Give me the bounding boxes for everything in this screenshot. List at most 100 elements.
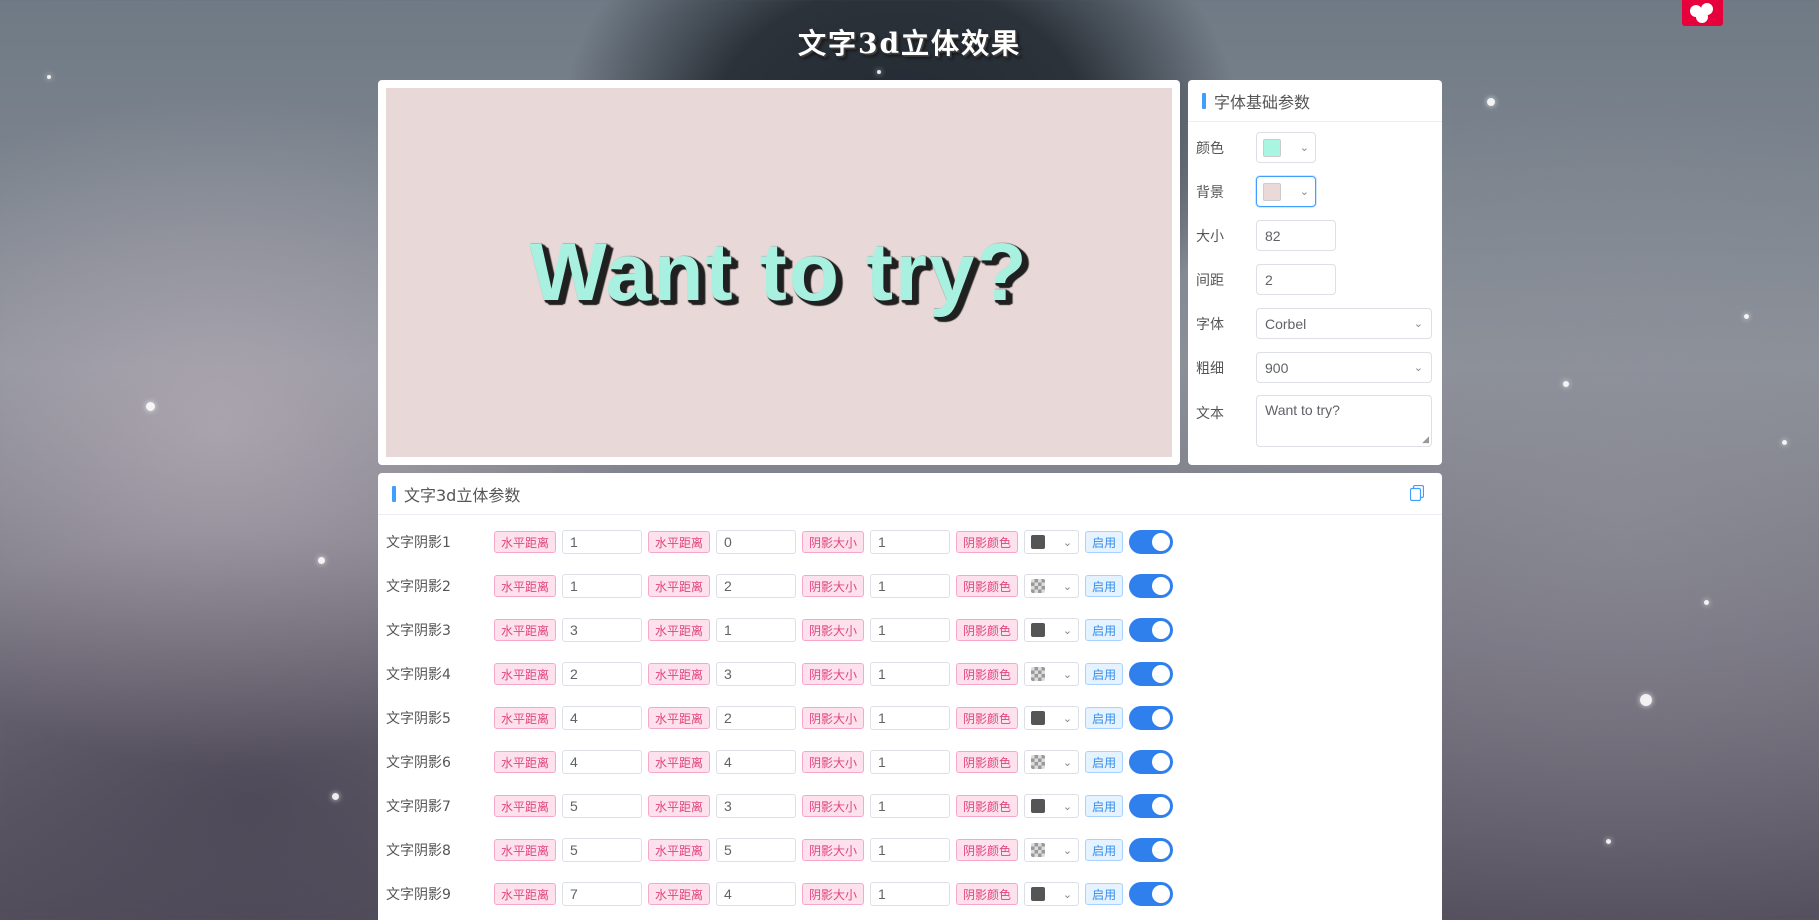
enable-tag: 启用 <box>1085 663 1124 685</box>
background-color-picker[interactable]: ⌄ <box>1256 176 1316 207</box>
shadow-color-picker[interactable]: ⌄ <box>1024 530 1080 554</box>
v-offset-input[interactable]: 2 <box>716 706 797 730</box>
preview-stage: Want to try? <box>386 88 1172 457</box>
v-offset-input[interactable]: 0 <box>716 530 797 554</box>
font-settings-header: 字体基础参数 <box>1188 80 1442 122</box>
shadow-color-picker[interactable]: ⌄ <box>1024 794 1080 818</box>
spacing-input[interactable]: 2 <box>1256 264 1336 295</box>
shadow-color-picker[interactable]: ⌄ <box>1024 662 1080 686</box>
shadow-size-input[interactable]: 1 <box>870 618 951 642</box>
font-select-value: Corbel <box>1265 315 1307 332</box>
enable-toggle[interactable] <box>1129 838 1174 862</box>
shadow-row-label: 文字阴影7 <box>386 799 451 815</box>
shadow-size-input[interactable]: 1 <box>870 750 951 774</box>
toggle-knob <box>1152 841 1171 859</box>
shadow-size-input[interactable]: 1 <box>870 574 951 598</box>
chevron-down-icon: ⌄ <box>1413 362 1423 374</box>
enable-tag: 启用 <box>1085 707 1124 729</box>
h-offset-input[interactable]: 5 <box>562 794 643 818</box>
shadow-size-input[interactable]: 1 <box>870 662 951 686</box>
h-offset-input[interactable]: 7 <box>562 882 643 906</box>
enable-toggle[interactable] <box>1129 750 1174 774</box>
v-offset-input[interactable]: 4 <box>716 882 797 906</box>
enable-toggle[interactable] <box>1129 574 1174 598</box>
font-label: 字体 <box>1196 316 1224 333</box>
enable-tag: 启用 <box>1085 839 1124 861</box>
shadow-size-input[interactable]: 1 <box>870 882 951 906</box>
shadow-size-input[interactable]: 1 <box>870 530 951 554</box>
shadow-row-label: 文字阴影6 <box>386 755 451 771</box>
v-offset-input[interactable]: 4 <box>716 750 797 774</box>
enable-toggle[interactable] <box>1129 618 1174 642</box>
preview-text: Want to try? <box>529 226 1029 318</box>
shadow-size-tag: 阴影大小 <box>802 575 865 597</box>
page-title: 文字3d立体效果 <box>797 27 1022 60</box>
toggle-knob <box>1152 665 1171 683</box>
snow-speck <box>1563 381 1569 387</box>
h-offset-input[interactable]: 4 <box>562 706 643 730</box>
font-settings-panel: 字体基础参数 颜色 ⌄ 背景 ⌄ 大小 82 间距 2 字体 Corbel ⌄ … <box>1188 80 1442 465</box>
copy-icon[interactable] <box>1410 485 1424 501</box>
h-offset-tag: 水平距离 <box>494 663 557 685</box>
h-offset-input[interactable]: 1 <box>562 530 643 554</box>
font-row: 字体 Corbel ⌄ <box>1196 308 1432 339</box>
h-offset-input[interactable]: 2 <box>562 662 643 686</box>
toggle-knob <box>1152 577 1171 595</box>
snow-speck <box>1782 440 1787 445</box>
shadow-color-picker[interactable]: ⌄ <box>1024 838 1080 862</box>
text-color-swatch <box>1263 138 1281 157</box>
shadow-color-picker[interactable]: ⌄ <box>1024 618 1080 642</box>
enable-tag: 启用 <box>1085 795 1124 817</box>
shadow-size-input[interactable]: 1 <box>870 794 951 818</box>
enable-toggle[interactable] <box>1129 662 1174 686</box>
shadow-color-picker[interactable]: ⌄ <box>1024 574 1080 598</box>
h-offset-input[interactable]: 1 <box>562 574 643 598</box>
chevron-down-icon: ⌄ <box>1062 843 1073 857</box>
toggle-knob <box>1152 709 1171 727</box>
shadow-size-tag: 阴影大小 <box>802 795 865 817</box>
font-select[interactable]: Corbel ⌄ <box>1256 308 1432 339</box>
snow-speck <box>1487 98 1495 106</box>
resize-grip-icon[interactable]: ◢ <box>1422 434 1429 445</box>
size-input[interactable]: 82 <box>1256 220 1336 251</box>
weight-select[interactable]: 900 ⌄ <box>1256 352 1432 383</box>
enable-toggle[interactable] <box>1129 882 1174 906</box>
shadow-color-picker[interactable]: ⌄ <box>1024 750 1080 774</box>
v-offset-input[interactable]: 2 <box>716 574 797 598</box>
text-label: 文本 <box>1196 406 1224 422</box>
preview-card: Want to try? <box>378 80 1180 465</box>
shadow-row-label: 文字阴影4 <box>386 667 451 683</box>
shadow-size-input[interactable]: 1 <box>870 706 951 730</box>
size-row: 大小 82 <box>1196 220 1336 251</box>
text-textarea[interactable]: Want to try? ◢ <box>1256 395 1432 447</box>
h-offset-input[interactable]: 5 <box>562 838 643 862</box>
v-offset-tag: 水平距离 <box>648 883 711 905</box>
v-offset-input[interactable]: 3 <box>716 662 797 686</box>
shadow-color-picker[interactable]: ⌄ <box>1024 882 1080 906</box>
chevron-down-icon: ⌄ <box>1062 755 1073 769</box>
shadow-color-picker[interactable]: ⌄ <box>1024 706 1080 730</box>
shadow-settings-panel: 文字3d立体参数 文字阴影1 水平距离 1 水平距离 0 阴影大小 1 阴影颜色… <box>378 473 1442 920</box>
v-offset-input[interactable]: 5 <box>716 838 797 862</box>
h-offset-input[interactable]: 4 <box>562 750 643 774</box>
shadow-color-tag: 阴影颜色 <box>956 839 1019 861</box>
text-color-picker[interactable]: ⌄ <box>1256 132 1316 163</box>
v-offset-input[interactable]: 1 <box>716 618 797 642</box>
h-offset-tag: 水平距离 <box>494 795 557 817</box>
logo-icon[interactable] <box>1682 0 1723 26</box>
snow-speck <box>47 75 51 79</box>
h-offset-tag: 水平距离 <box>494 619 557 641</box>
h-offset-input[interactable]: 3 <box>562 618 643 642</box>
shadow-color-swatch <box>1031 711 1046 725</box>
shadow-color-tag: 阴影颜色 <box>956 707 1019 729</box>
spacing-row: 间距 2 <box>1196 264 1336 295</box>
enable-toggle[interactable] <box>1129 706 1174 730</box>
v-offset-tag: 水平距离 <box>648 795 711 817</box>
enable-toggle[interactable] <box>1129 530 1174 554</box>
v-offset-input[interactable]: 3 <box>716 794 797 818</box>
shadow-color-swatch <box>1031 579 1046 593</box>
v-offset-tag: 水平距离 <box>648 663 711 685</box>
shadow-row: 文字阴影8 水平距离 5 水平距离 5 阴影大小 1 阴影颜色 ⌄ 启用 <box>386 838 1174 862</box>
shadow-size-input[interactable]: 1 <box>870 838 951 862</box>
enable-toggle[interactable] <box>1129 794 1174 818</box>
